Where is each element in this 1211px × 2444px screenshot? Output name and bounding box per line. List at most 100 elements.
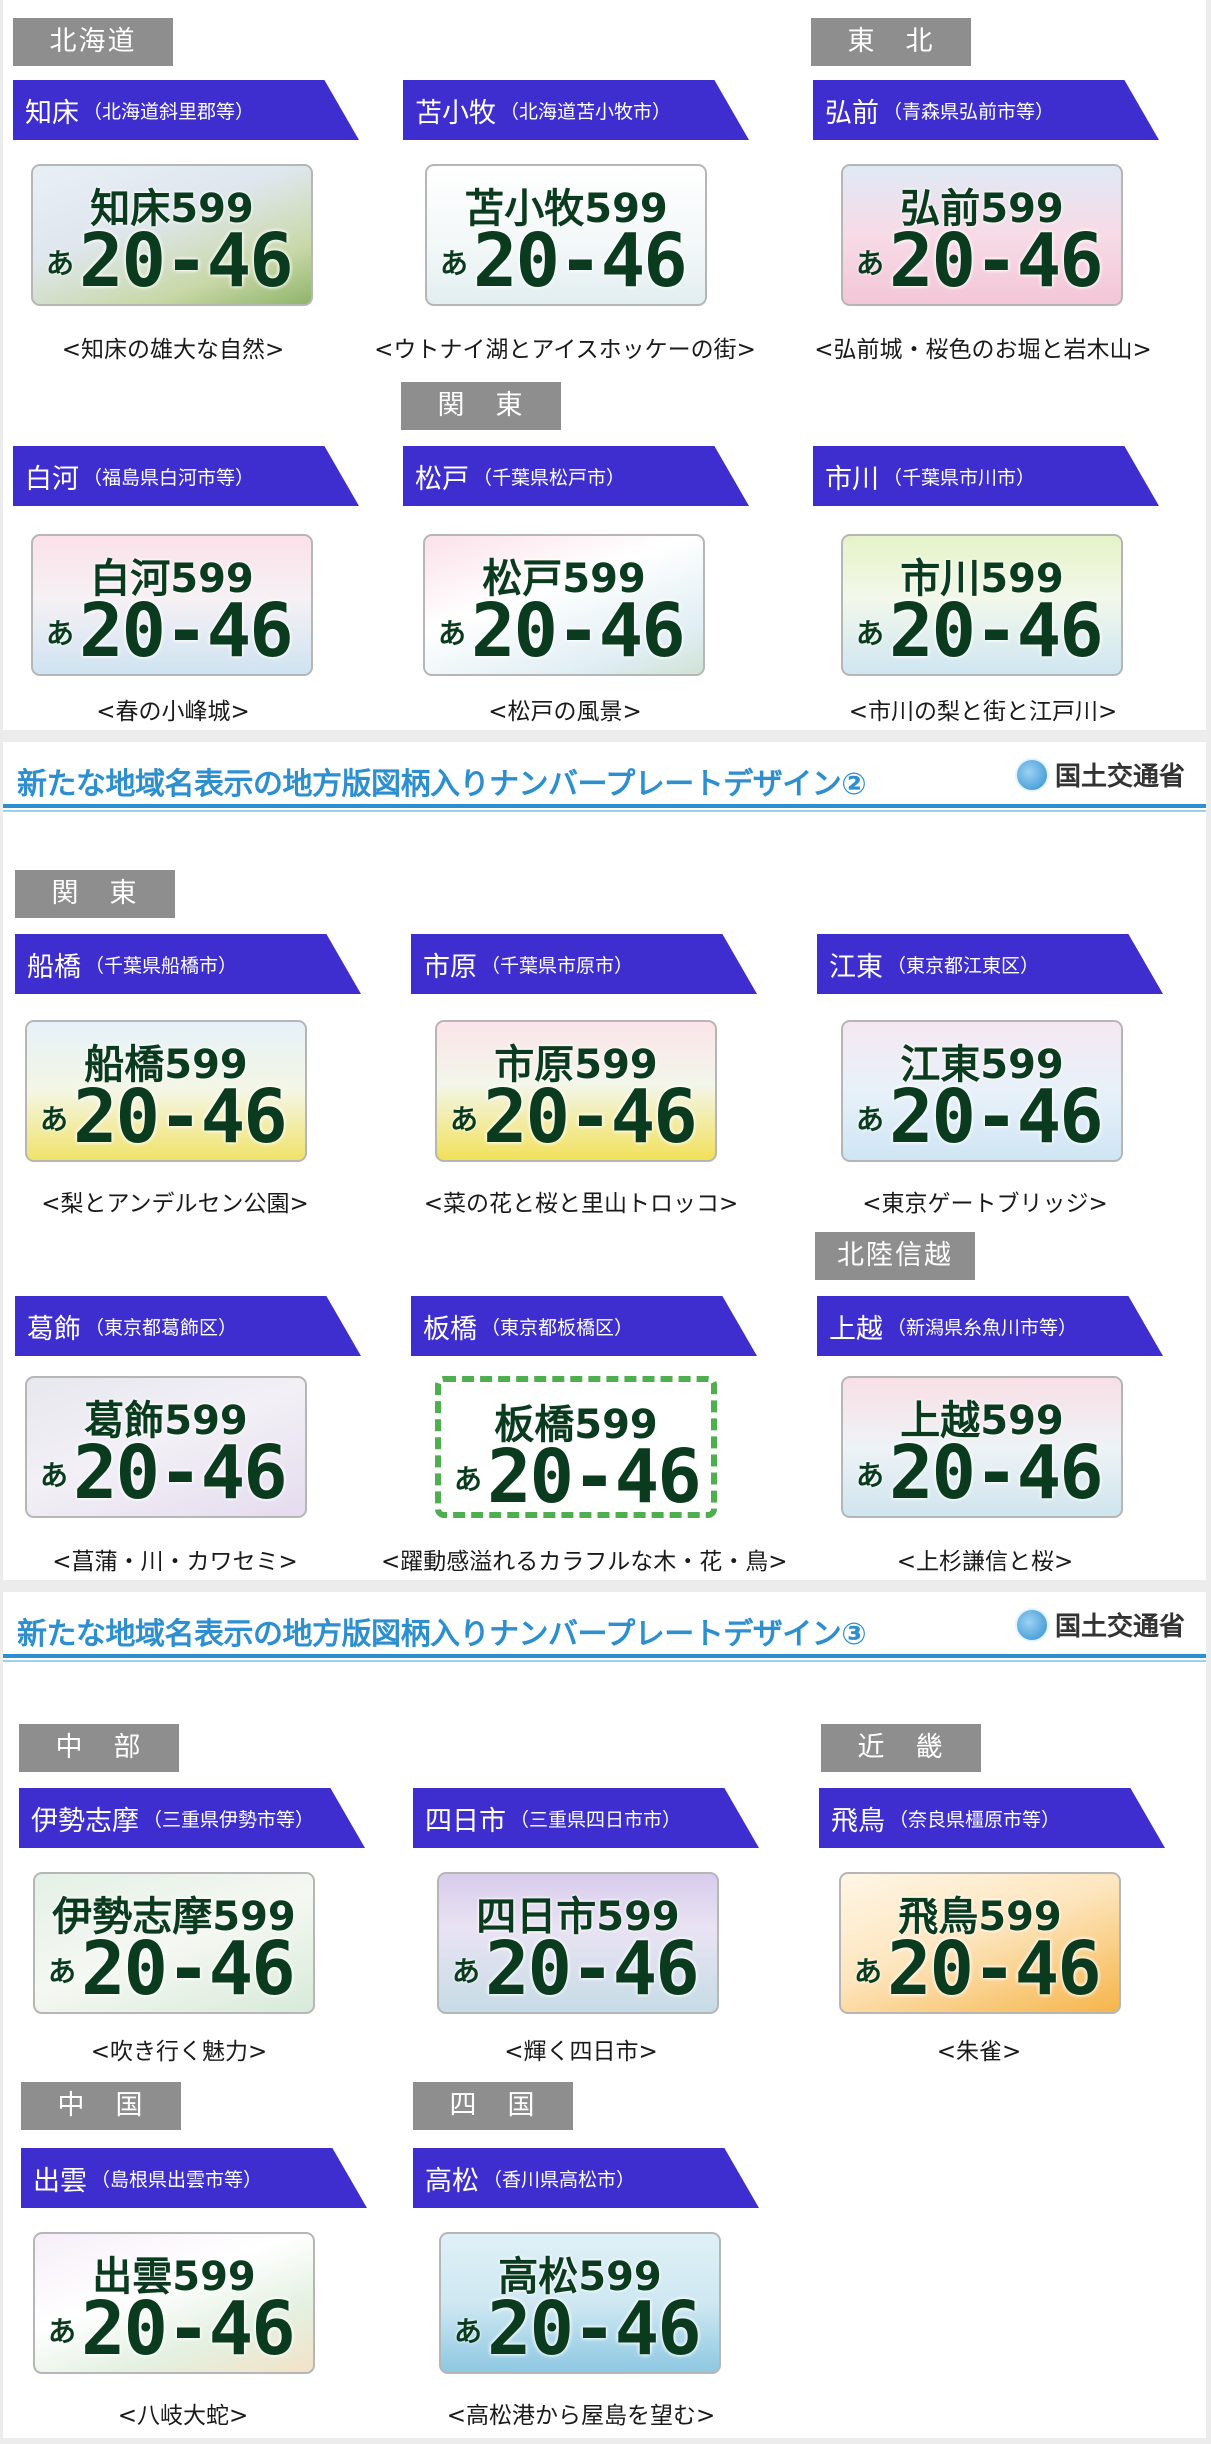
- city-location: （香川県高松市）: [483, 2168, 636, 2191]
- plate-funabashi: 船橋599 あ 20-46: [25, 1020, 307, 1162]
- plate-number: 20-46: [73, 1074, 288, 1160]
- plate-hirosaki: 弘前599 あ 20-46: [841, 164, 1123, 306]
- plate-kana: あ: [856, 1459, 885, 1492]
- city-name: 飛鳥: [831, 1805, 885, 1837]
- plate-ichihara: 市原599 あ 20-46: [435, 1020, 717, 1162]
- mlit-logo-icon: [1015, 1607, 1049, 1642]
- city-location: （東京都葛飾区）: [85, 1316, 238, 1339]
- plate-number: 20-46: [487, 1434, 702, 1518]
- city-location: （北海道苫小牧市）: [500, 100, 672, 123]
- region-tag-hokuriku-shinetsu: 北陸信越: [815, 1232, 975, 1280]
- plate-shirakawa: 白河599 あ 20-46: [31, 534, 313, 676]
- city-bar-ichihara: 市原 （千葉県市原市）: [411, 934, 757, 994]
- plate-number: 20-46: [487, 2286, 702, 2372]
- plate-caption: <松戸の風景>: [488, 699, 642, 725]
- plate-itabashi: 板橋599 あ 20-46: [435, 1376, 717, 1518]
- plate-caption: <梨とアンデルセン公園>: [41, 1191, 309, 1217]
- plate-kana: あ: [854, 1955, 883, 1988]
- city-location: （北海道斜里郡等）: [83, 100, 255, 123]
- city-location: （東京都江東区）: [887, 954, 1040, 977]
- city-bar-ise-shima: 伊勢志摩 （三重県伊勢市等）: [19, 1788, 365, 1848]
- city-location: （奈良県橿原市等）: [889, 1808, 1061, 1831]
- plate-kana: あ: [46, 247, 75, 280]
- plate-kana: あ: [454, 1463, 483, 1496]
- city-name: 知床: [25, 97, 79, 129]
- banner-rule: [3, 804, 1206, 808]
- plate-number: 20-46: [81, 2286, 296, 2372]
- plate-number: 20-46: [79, 588, 294, 674]
- city-bar-takamatsu: 高松 （香川県高松市）: [413, 2148, 759, 2208]
- city-name: 白河: [25, 463, 79, 495]
- city-name: 市原: [423, 951, 477, 983]
- city-name: 高松: [425, 2165, 479, 2197]
- panel-hokkaido-tohoku-kanto: 北海道 東 北 関 東 知床 （北海道斜里郡等） 苫小牧 （北海道苫小牧市） 弘前（…: [3, 0, 1206, 730]
- plate-caption: <菜の花と桜と里山トロッコ>: [423, 1191, 739, 1217]
- city-location: （青森県弘前市等）: [883, 100, 1055, 123]
- plate-kana: あ: [440, 247, 469, 280]
- ministry-logo: 国土交通省: [1015, 1606, 1185, 1643]
- plate-caption: <高松港から屋島を望む>: [446, 2403, 716, 2429]
- plate-caption: <上杉謙信と桜>: [896, 1549, 1074, 1575]
- city-name: 四日市: [425, 1805, 506, 1837]
- city-name: 上越: [829, 1313, 883, 1345]
- plate-caption: <知床の雄大な自然>: [61, 337, 285, 363]
- plate-kana: あ: [856, 1103, 885, 1136]
- plate-izumo: 出雲599 あ 20-46: [33, 2232, 315, 2374]
- city-name: 弘前: [825, 97, 879, 129]
- city-name: 苫小牧: [415, 97, 496, 129]
- plate-caption: <市川の梨と街と江戸川>: [848, 699, 1118, 725]
- ministry-name: 国土交通省: [1055, 1612, 1186, 1642]
- plate-katsushika: 葛飾599 あ 20-46: [25, 1376, 307, 1518]
- plate-shiretoko: 知床599 あ 20-46: [31, 164, 313, 306]
- city-name: 市川: [825, 463, 879, 495]
- city-bar-joetsu: 上越 （新潟県糸魚川市等）: [817, 1296, 1163, 1356]
- plate-number: 20-46: [79, 218, 294, 304]
- plate-number: 20-46: [889, 1074, 1104, 1160]
- plate-kana: あ: [40, 1103, 69, 1136]
- plate-number: 20-46: [483, 1074, 698, 1160]
- city-bar-tomakomai: 苫小牧 （北海道苫小牧市）: [403, 80, 749, 140]
- city-name: 松戸: [415, 463, 469, 495]
- plate-kana: あ: [856, 617, 885, 650]
- plate-number: 20-46: [81, 1926, 296, 2012]
- city-bar-funabashi: 船橋 （千葉県船橋市）: [15, 934, 361, 994]
- plate-number: 20-46: [485, 1926, 700, 2012]
- plate-caption: <八岐大蛇>: [117, 2403, 249, 2429]
- plate-caption: <ウトナイ湖とアイスホッケーの街>: [374, 337, 756, 363]
- city-bar-itabashi: 板橋 （東京都板橋区）: [411, 1296, 757, 1356]
- plate-caption: <躍動感溢れるカラフルな木・花・鳥>: [381, 1549, 788, 1575]
- city-name: 出雲: [33, 2165, 87, 2197]
- plate-number: 20-46: [887, 1926, 1102, 2012]
- plate-caption: <朱雀>: [936, 2039, 1022, 2065]
- region-tag-kanto: 関 東: [401, 382, 561, 430]
- city-name: 船橋: [27, 951, 81, 983]
- city-bar-izumo: 出雲 （島根県出雲市等）: [21, 2148, 367, 2208]
- banner-rule-thin: [3, 810, 1206, 812]
- city-name: 江東: [829, 951, 883, 983]
- banner-rule: [3, 1654, 1206, 1658]
- region-tag-kanto: 関 東: [15, 870, 175, 918]
- city-location: （千葉県船橋市）: [85, 954, 238, 977]
- plate-kana: あ: [46, 617, 75, 650]
- city-bar-shiretoko: 知床 （北海道斜里郡等）: [13, 80, 359, 140]
- banner-title: 新たな地域名表示の地方版図柄入りナンバープレートデザイン②: [17, 767, 867, 802]
- plate-caption: <吹き行く魅力>: [90, 2039, 268, 2065]
- banner-title: 新たな地域名表示の地方版図柄入りナンバープレートデザイン③: [17, 1617, 867, 1652]
- plate-number: 20-46: [889, 218, 1104, 304]
- city-location: （千葉県市原市）: [481, 954, 634, 977]
- city-bar-matsudo: 松戸 （千葉県松戸市）: [403, 446, 749, 506]
- city-name: 伊勢志摩: [31, 1805, 139, 1837]
- region-tag-hokkaido: 北海道: [13, 18, 173, 66]
- section-banner: 新たな地域名表示の地方版図柄入りナンバープレートデザイン③ 国土交通省: [3, 1592, 1206, 1664]
- plate-takamatsu: 高松599 あ 20-46: [439, 2232, 721, 2374]
- city-name: 板橋: [423, 1313, 477, 1345]
- plate-kana: あ: [450, 1103, 479, 1136]
- city-bar-koto: 江東 （東京都江東区）: [817, 934, 1163, 994]
- plate-number: 20-46: [73, 1430, 288, 1516]
- city-name: 葛飾: [27, 1313, 81, 1345]
- region-tag-shikoku: 四 国: [413, 2082, 573, 2130]
- plate-ichikawa: 市川599 あ 20-46: [841, 534, 1123, 676]
- city-location: （福島県白河市等）: [83, 466, 255, 489]
- plate-kana: あ: [40, 1459, 69, 1492]
- plate-number: 20-46: [471, 588, 686, 674]
